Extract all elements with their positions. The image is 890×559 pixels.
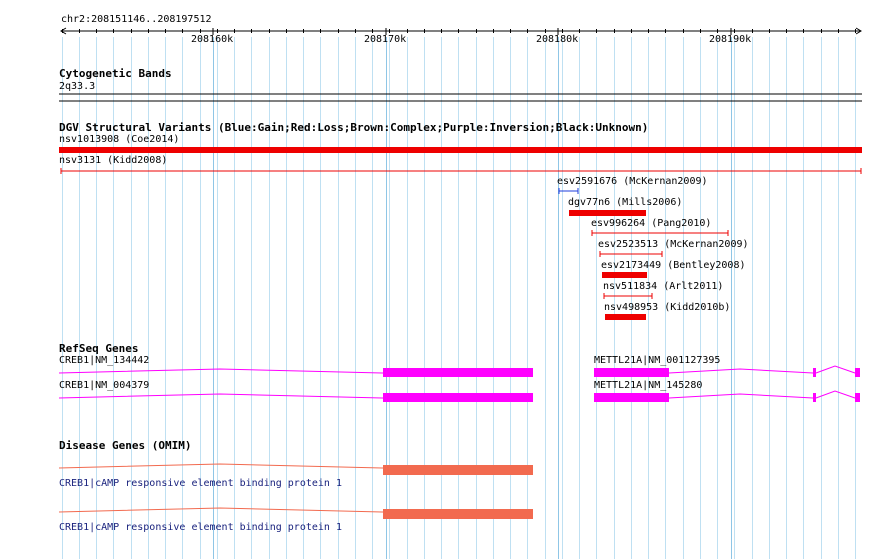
genome-browser-panel: chr2:208151146..208197512 208160k 208170… <box>0 0 890 559</box>
gene-model-CREB1-NM_134442[interactable] <box>58 368 533 377</box>
cytoband-label: 2q33.3 <box>59 81 96 92</box>
variant-line-nsv3131[interactable] <box>60 168 862 174</box>
variant-bar-dgv77n6[interactable] <box>569 210 646 216</box>
gene-model-METTL21A-NM_001127395[interactable] <box>594 365 860 377</box>
locus-label: chr2:208151146..208197512 <box>61 14 212 25</box>
variant-label[interactable]: nsv511834 (Arlt2011) <box>603 281 723 293</box>
track-title-dgv[interactable]: DGV Structural Variants (Blue:Gain;Red:L… <box>59 121 648 134</box>
track-title-disease-genes[interactable]: Disease Genes (OMIM) <box>59 439 191 452</box>
gene-label[interactable]: CREB1|NM_004379 <box>59 380 149 392</box>
variant-label[interactable]: nsv498953 (Kidd2010b) <box>604 302 730 314</box>
disease-gene-model-CREB1-2[interactable] <box>58 507 533 519</box>
gene-label[interactable]: METTL21A|NM_001127395 <box>594 355 720 367</box>
variant-bar-esv2173449[interactable] <box>602 272 647 278</box>
variant-line-nsv511834[interactable] <box>603 293 653 299</box>
ruler-tick-label: 208180k <box>536 34 579 45</box>
track-title-refseq-genes[interactable]: RefSeq Genes <box>59 342 138 355</box>
variant-bar-nsv1013908[interactable] <box>59 147 862 153</box>
disease-gene-label[interactable]: CREB1|cAMP responsive element binding pr… <box>59 478 342 490</box>
variant-label[interactable]: esv2173449 (Bentley2008) <box>601 260 746 272</box>
variant-label[interactable]: nsv3131 (Kidd2008) <box>59 155 167 167</box>
variant-bar-nsv498953[interactable] <box>605 314 646 320</box>
ruler-tick-label: 208190k <box>709 34 752 45</box>
variant-label[interactable]: nsv1013908 (Coe2014) <box>59 134 179 146</box>
track-graphics <box>58 27 862 559</box>
track-title-cytogenetic-bands[interactable]: Cytogenetic Bands <box>59 67 172 80</box>
disease-gene-model-CREB1-1[interactable] <box>58 463 533 475</box>
variant-label[interactable]: esv2591676 (McKernan2009) <box>557 176 708 188</box>
variant-line-esv2591676[interactable] <box>558 188 579 194</box>
gene-model-CREB1-NM_004379[interactable] <box>58 393 533 402</box>
gene-label[interactable]: METTL21A|NM_145280 <box>594 380 702 392</box>
ruler-tick-label: 208170k <box>364 34 407 45</box>
ruler-tick-label: 208160k <box>191 34 234 45</box>
disease-gene-label[interactable]: CREB1|cAMP responsive element binding pr… <box>59 522 342 534</box>
gene-label[interactable]: CREB1|NM_134442 <box>59 355 149 367</box>
variant-line-esv996264[interactable] <box>591 230 729 236</box>
gene-model-METTL21A-NM_145280[interactable] <box>594 390 860 402</box>
variant-label[interactable]: dgv77n6 (Mills2006) <box>568 197 682 209</box>
variant-label[interactable]: esv996264 (Pang2010) <box>591 218 711 230</box>
variant-label[interactable]: esv2523513 (McKernan2009) <box>598 239 749 251</box>
